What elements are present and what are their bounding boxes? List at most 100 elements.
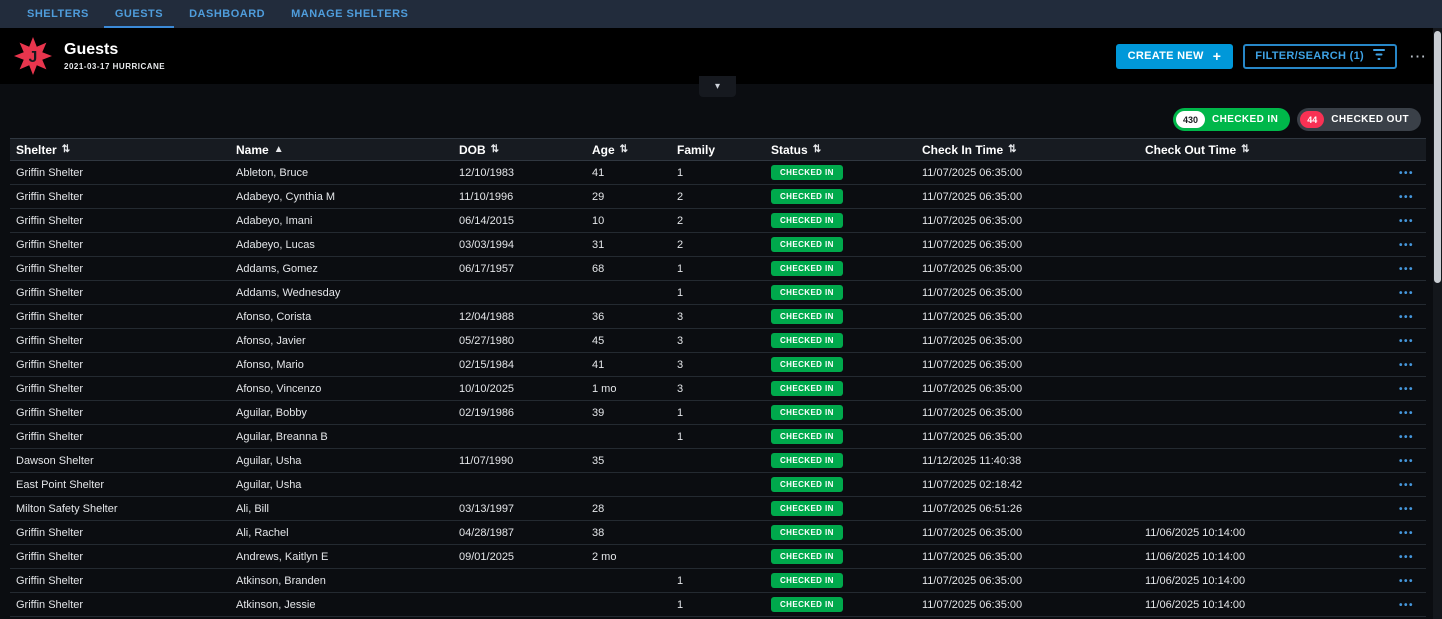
nav-item-label: MANAGE SHELTERS: [291, 8, 408, 20]
row-actions-button[interactable]: •••: [1399, 600, 1414, 611]
status-badge: CHECKED IN: [771, 237, 843, 252]
column-header[interactable]: Status ⇅: [765, 143, 916, 157]
cell-shelter: Dawson Shelter: [10, 455, 230, 467]
column-header[interactable]: Check In Time ⇅: [916, 143, 1139, 157]
cell-dob: 11/10/1996: [453, 191, 586, 203]
row-actions-button[interactable]: •••: [1399, 360, 1414, 371]
main-content: ▾ 430 CHECKED IN 44 CHECKED OUT Shelter …: [0, 84, 1442, 619]
cell-actions: •••: [1361, 527, 1426, 539]
cell-status: CHECKED IN: [765, 381, 916, 396]
title-block: Guests 2021-03-17 HURRICANE: [64, 41, 165, 71]
sort-icon: ⇅: [1241, 144, 1249, 155]
cell-family: 3: [671, 383, 765, 395]
cell-family: 1: [671, 407, 765, 419]
column-header[interactable]: Age ⇅: [586, 143, 671, 157]
cell-shelter: Griffin Shelter: [10, 431, 230, 443]
cell-name: Andrews, Kaitlyn E: [230, 551, 453, 563]
cell-actions: •••: [1361, 287, 1426, 299]
column-header-label: Check In Time: [922, 143, 1003, 157]
cell-actions: •••: [1361, 263, 1426, 275]
row-actions-button[interactable]: •••: [1399, 264, 1414, 275]
row-actions-button[interactable]: •••: [1399, 192, 1414, 203]
row-actions-button[interactable]: •••: [1399, 288, 1414, 299]
cell-family: 3: [671, 335, 765, 347]
row-actions-button[interactable]: •••: [1399, 216, 1414, 227]
cell-family: 2: [671, 191, 765, 203]
row-actions-button[interactable]: •••: [1399, 576, 1414, 587]
cell-family: 1: [671, 263, 765, 275]
row-actions-button[interactable]: •••: [1399, 168, 1414, 179]
row-actions-button[interactable]: •••: [1399, 312, 1414, 323]
row-actions-button[interactable]: •••: [1399, 336, 1414, 347]
cell-shelter: East Point Shelter: [10, 479, 230, 491]
cell-status: CHECKED IN: [765, 333, 916, 348]
cell-name: Addams, Gomez: [230, 263, 453, 275]
cell-name: Atkinson, Jessie: [230, 599, 453, 611]
cell-check-out-time: 11/06/2025 10:14:00: [1139, 575, 1361, 587]
row-actions-button[interactable]: •••: [1399, 480, 1414, 491]
cell-family: 3: [671, 359, 765, 371]
checked-out-summary-badge[interactable]: 44 CHECKED OUT: [1297, 108, 1421, 131]
checked-in-label: CHECKED IN: [1212, 114, 1278, 125]
cell-status: CHECKED IN: [765, 285, 916, 300]
status-badge: CHECKED IN: [771, 189, 843, 204]
cell-dob: 09/01/2025: [453, 551, 586, 563]
table-row: Griffin Shelter Afonso, Corista 12/04/19…: [10, 305, 1426, 329]
cell-actions: •••: [1361, 383, 1426, 395]
cell-name: Afonso, Vincenzo: [230, 383, 453, 395]
table-row: Griffin Shelter Ableton, Bruce 12/10/198…: [10, 161, 1426, 185]
row-actions-button[interactable]: •••: [1399, 432, 1414, 443]
cell-dob: 11/07/1990: [453, 455, 586, 467]
column-header[interactable]: Check Out Time ⇅: [1139, 143, 1361, 157]
table-row: Griffin Shelter Andrews, Kaitlyn E 09/01…: [10, 545, 1426, 569]
table-header-row: Shelter ⇅ Name ▲ DOB ⇅ Age ⇅ Family Stat…: [10, 138, 1426, 161]
cell-status: CHECKED IN: [765, 429, 916, 444]
column-header[interactable]: DOB ⇅: [453, 143, 586, 157]
scrollbar-thumb[interactable]: [1434, 31, 1441, 283]
column-header[interactable]: Shelter ⇅: [10, 143, 230, 157]
row-actions-button[interactable]: •••: [1399, 528, 1414, 539]
header-more-options-button[interactable]: ⋯: [1407, 48, 1428, 65]
column-header[interactable]: Family: [671, 143, 765, 157]
row-actions-button[interactable]: •••: [1399, 408, 1414, 419]
row-actions-button[interactable]: •••: [1399, 240, 1414, 251]
cell-age: 1 mo: [586, 383, 671, 395]
column-header[interactable]: Name ▲: [230, 143, 453, 157]
cell-shelter: Griffin Shelter: [10, 599, 230, 611]
cell-age: 31: [586, 239, 671, 251]
cell-check-in-time: 11/07/2025 06:35:00: [916, 575, 1139, 587]
cell-shelter: Griffin Shelter: [10, 527, 230, 539]
create-new-button[interactable]: CREATE NEW +: [1116, 44, 1234, 69]
cell-name: Afonso, Mario: [230, 359, 453, 371]
cell-shelter: Griffin Shelter: [10, 407, 230, 419]
cell-shelter: Griffin Shelter: [10, 287, 230, 299]
cell-age: 39: [586, 407, 671, 419]
cell-actions: •••: [1361, 407, 1426, 419]
vertical-scrollbar: [1433, 28, 1442, 619]
collapse-header-button[interactable]: ▾: [699, 76, 736, 97]
checked-in-count: 430: [1176, 111, 1205, 128]
row-actions-button[interactable]: •••: [1399, 456, 1414, 467]
row-actions-button[interactable]: •••: [1399, 552, 1414, 563]
nav-item[interactable]: SHELTERS: [14, 0, 102, 28]
cell-dob: 02/15/1984: [453, 359, 586, 371]
cell-check-in-time: 11/07/2025 06:35:00: [916, 335, 1139, 347]
nav-item[interactable]: MANAGE SHELTERS: [278, 0, 421, 28]
app-window: SHELTERS GUESTS DASHBOARD MANAGE SHELTER…: [0, 0, 1442, 619]
cell-dob: 10/10/2025: [453, 383, 586, 395]
cell-name: Afonso, Javier: [230, 335, 453, 347]
cell-check-in-time: 11/07/2025 06:35:00: [916, 359, 1139, 371]
cell-actions: •••: [1361, 167, 1426, 179]
sort-icon: ⇅: [813, 144, 821, 155]
filter-search-button[interactable]: FILTER/SEARCH (1): [1243, 44, 1397, 69]
cell-status: CHECKED IN: [765, 453, 916, 468]
nav-item[interactable]: DASHBOARD: [176, 0, 278, 28]
status-badge: CHECKED IN: [771, 309, 843, 324]
cell-name: Aguilar, Bobby: [230, 407, 453, 419]
row-actions-button[interactable]: •••: [1399, 384, 1414, 395]
cell-age: 35: [586, 455, 671, 467]
nav-item[interactable]: GUESTS: [102, 0, 176, 28]
checked-in-summary-badge[interactable]: 430 CHECKED IN: [1173, 108, 1290, 131]
cell-status: CHECKED IN: [765, 213, 916, 228]
row-actions-button[interactable]: •••: [1399, 504, 1414, 515]
